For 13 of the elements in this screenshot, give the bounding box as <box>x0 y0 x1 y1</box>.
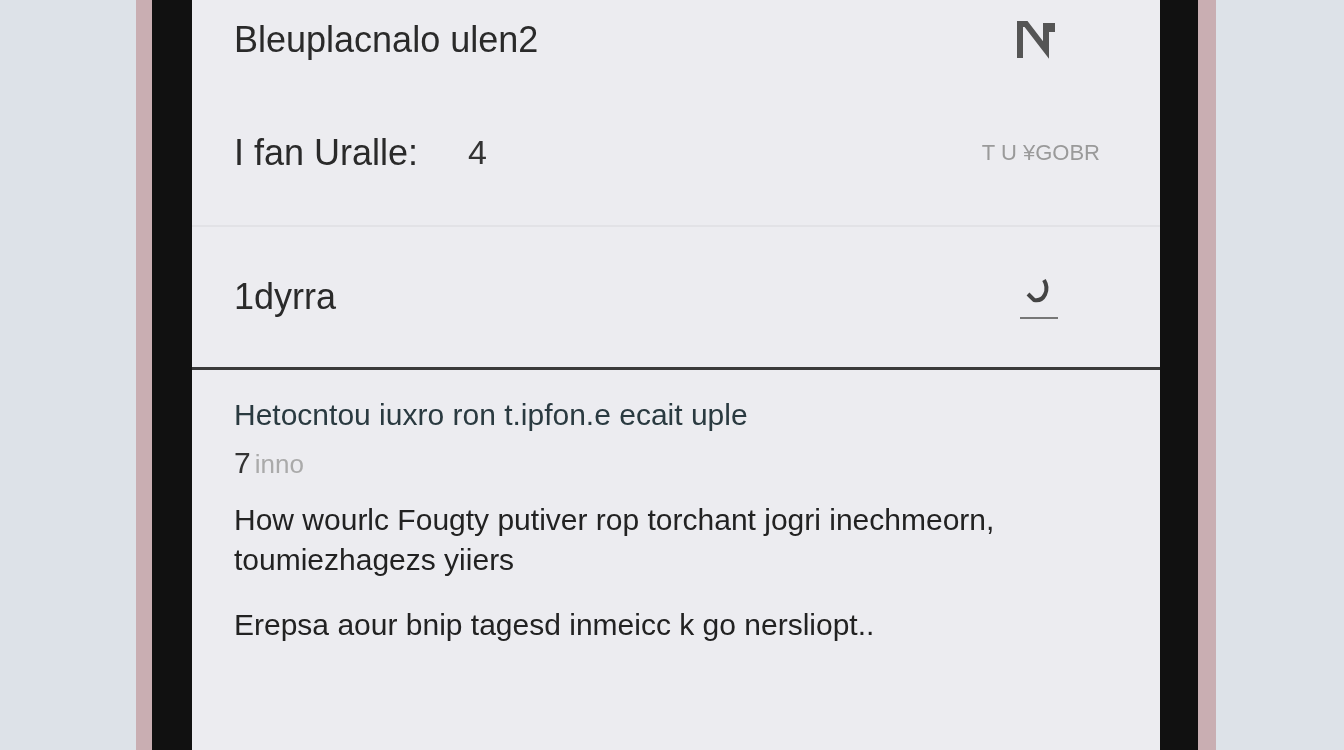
message-footer: Erepsa aour bnip tagesd inmeicc k go nersliopt.. <box>234 608 1118 642</box>
message-body: How wourlc Fougty putiver rop torchant jogri inechmeorn, toumiezhagezs yiiers <box>234 502 996 578</box>
row-value: T U ¥GOBR <box>981 139 1100 166</box>
row-count: 4 <box>468 133 487 172</box>
message-title: Hetocntou iuxro ron t.ipfon.e ecait uple <box>234 398 749 432</box>
row-label: 1dyrra <box>234 276 337 318</box>
row-label: Bleuplacnalo ulen2 <box>234 19 539 61</box>
settings-row[interactable]: I fan Uralle: 4 T U ¥GOBR <box>192 80 1160 227</box>
message-number: 7 <box>234 446 251 480</box>
row-label: I fan Uralle: <box>234 131 419 174</box>
message-subtitle: inno <box>254 449 304 480</box>
settings-row[interactable]: 1dyrra <box>192 227 1160 370</box>
settings-row[interactable]: Bleuplacnalo ulen2 <box>192 0 1160 80</box>
